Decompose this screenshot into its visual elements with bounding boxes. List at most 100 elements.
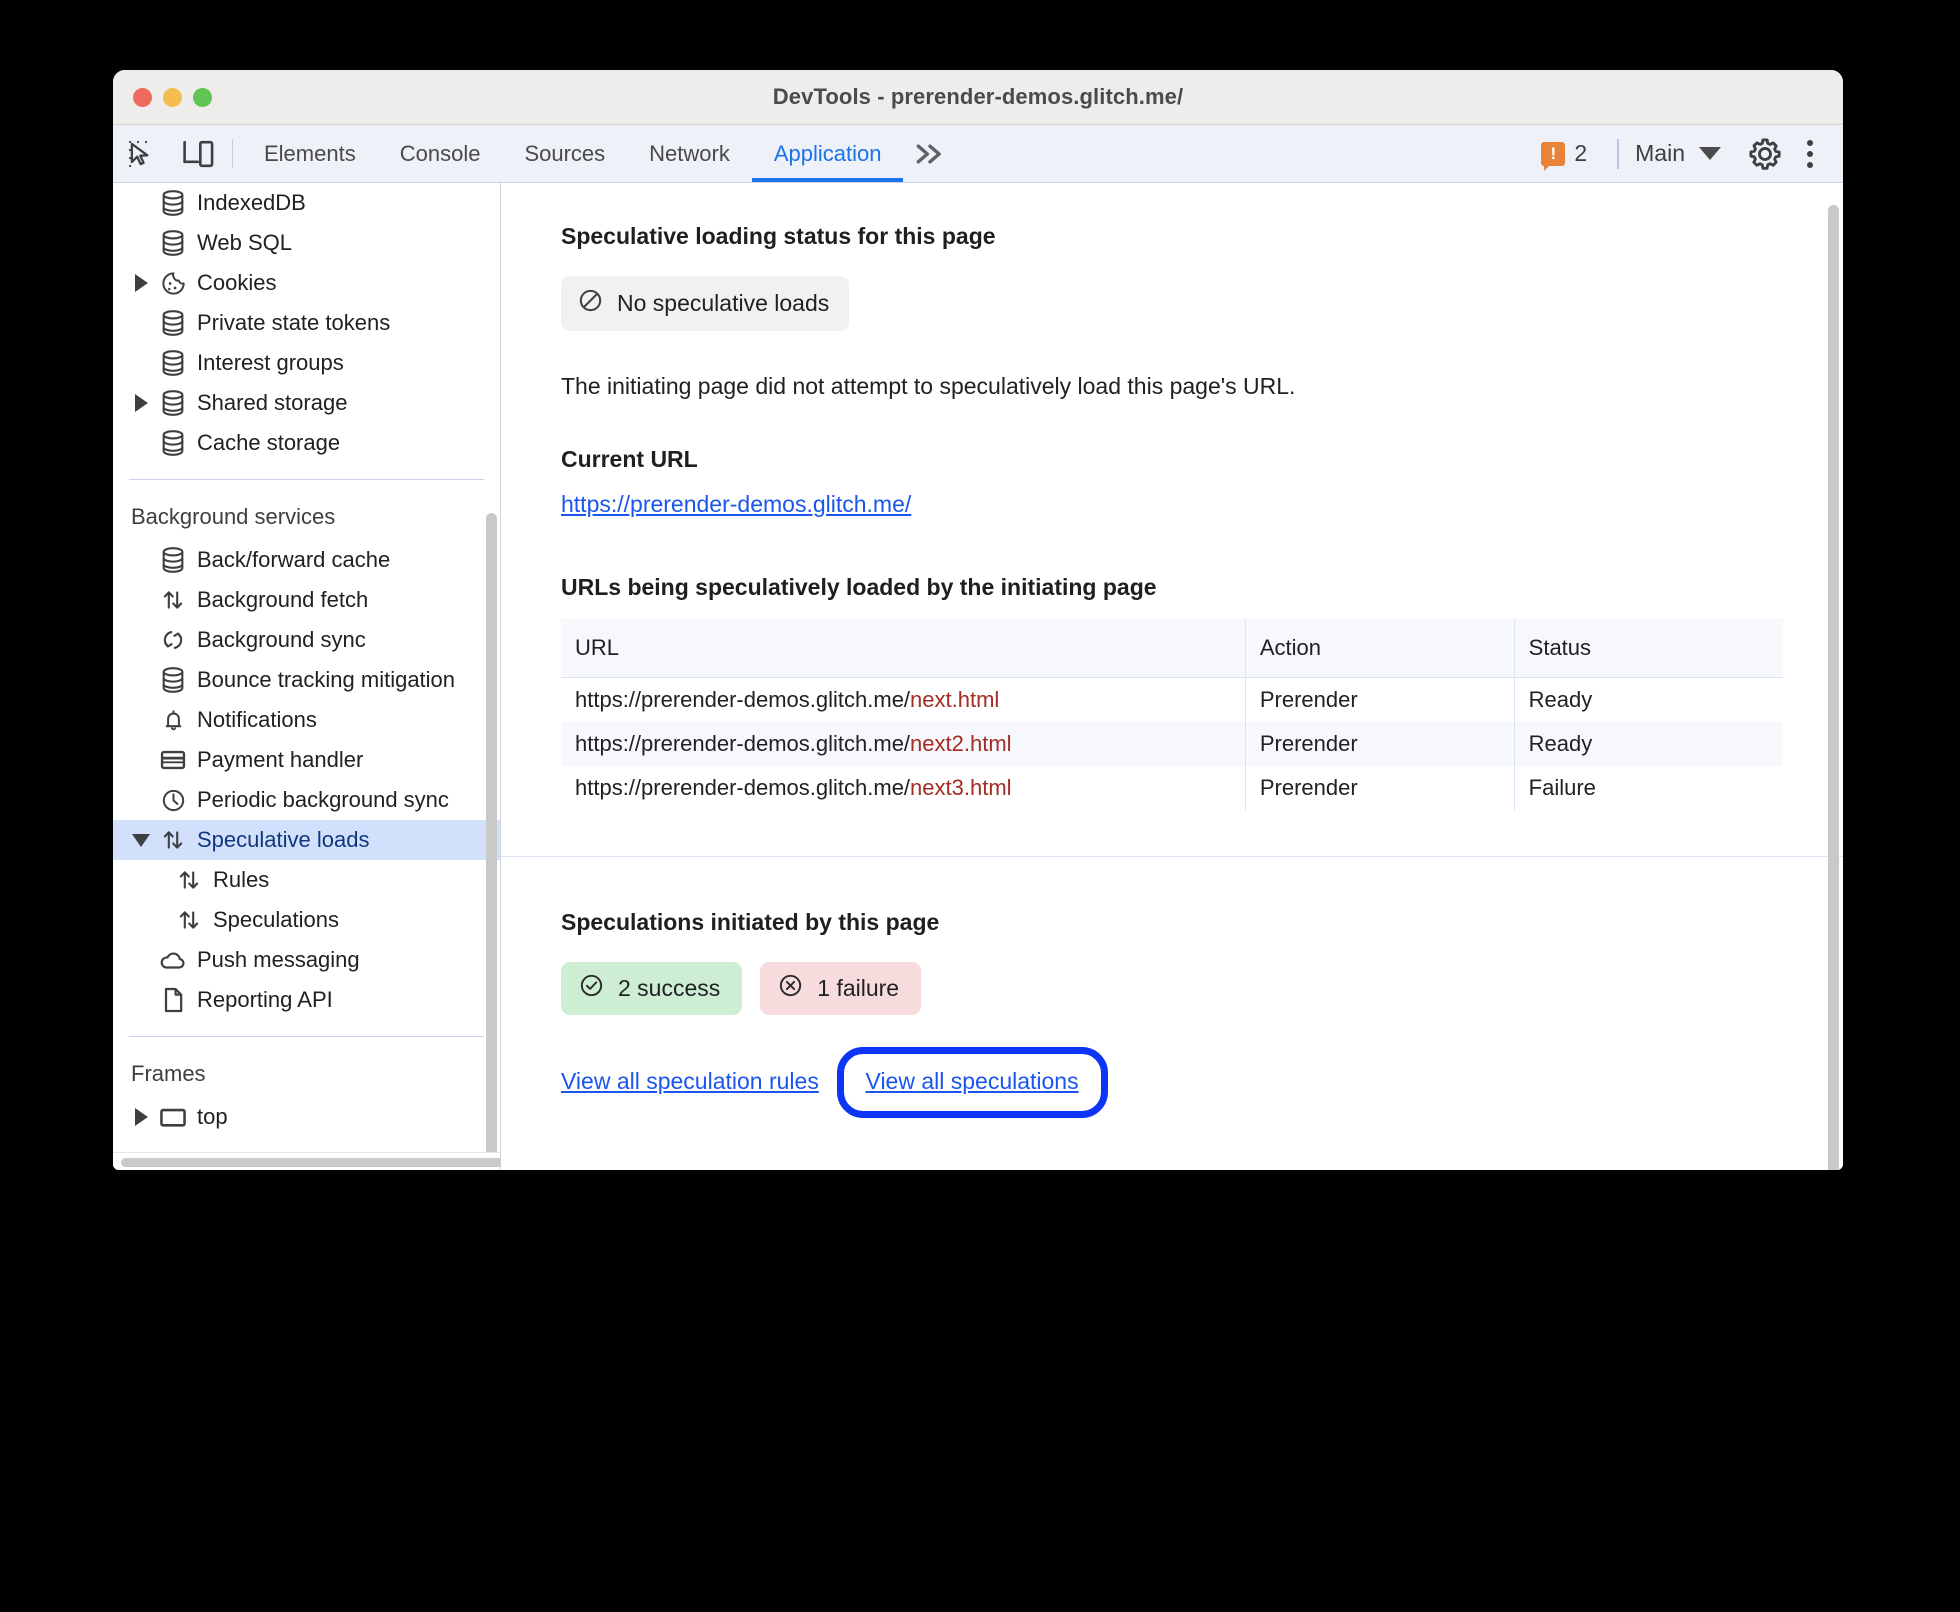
panel-content: Speculative loading status for this page… [501,183,1843,1170]
x-circle-icon [777,972,804,1005]
sidebar-item-shared-storage[interactable]: Shared storage [113,383,500,423]
database-icon [155,349,191,377]
arrows-up-down-icon [155,826,191,854]
cell-url: https://prerender-demos.glitch.me/next.h… [561,677,1246,722]
toolbar-divider [232,139,233,168]
sidebar-item-back-forward-cache[interactable]: Back/forward cache [113,540,500,580]
tab-elements[interactable]: Elements [242,125,378,182]
background-services-title: Background services [131,504,336,529]
cloud-icon [155,948,191,972]
current-url-link[interactable]: https://prerender-demos.glitch.me/ [561,491,911,517]
arrows-up-down-icon [171,866,207,894]
sidebar-item-indexeddb[interactable]: IndexedDB [113,183,500,223]
sidebar-item-periodic-background-sync[interactable]: Periodic background sync [113,780,500,820]
background-services-section: Back/forward cache Background fetch Back… [113,540,500,1020]
context-selector-label[interactable]: Main [1635,140,1685,167]
toolbar-divider [1617,138,1620,169]
database-icon [155,189,191,217]
kebab-menu-icon[interactable] [1799,139,1825,168]
status-description: The initiating page did not attempt to s… [561,373,1296,399]
sidebar-item-label: Private state tokens [197,310,391,335]
sidebar-item-cache-storage[interactable]: Cache storage [113,423,500,463]
cookie-icon [155,270,191,297]
gear-icon[interactable] [1721,136,1799,172]
window-titlebar: DevTools - prerender-demos.glitch.me/ [113,70,1843,125]
panel-vertical-scrollbar[interactable] [1828,205,1839,1170]
error-count-badge[interactable]: ! 2 [1527,140,1601,171]
twisty-expand-icon[interactable] [131,1108,151,1126]
sidebar-item-label: Speculations [213,907,339,932]
application-sidebar: IndexedDB Web SQL Cookies Private state … [113,183,501,1170]
url-base: https://prerender-demos.glitch.me/ [575,687,911,712]
tab-application[interactable]: Application [751,125,904,182]
sidebar-item-interest-groups[interactable]: Interest groups [113,343,500,383]
sidebar-item-web-sql[interactable]: Web SQL [113,223,500,263]
sidebar-item-rules[interactable]: Rules [113,860,500,900]
cell-action: Prerender [1245,722,1515,766]
sidebar-item-label: Reporting API [197,987,333,1012]
twisty-collapse-icon[interactable] [131,833,151,847]
error-count-label: 2 [1574,140,1588,166]
double-chevron-right-icon[interactable] [903,125,965,182]
sidebar-item-bounce-tracking-mitigation[interactable]: Bounce tracking mitigation [113,660,500,700]
sidebar-item-notifications[interactable]: Notifications [113,700,500,740]
tab-sources[interactable]: Sources [502,125,627,182]
sidebar-item-private-state-tokens[interactable]: Private state tokens [113,303,500,343]
tab-console[interactable]: Console [378,125,503,182]
sidebar-item-label: Speculative loads [197,827,370,852]
status-heading: Speculative loading status for this page [561,223,996,249]
speculation-links-row: View all speculation rules · View all sp… [561,1047,1783,1118]
inspect-element-icon[interactable] [113,125,170,182]
view-all-speculations-highlight: View all speculations [836,1047,1108,1118]
speculation-result-badges: 2 success 1 failure [561,962,1783,1015]
sidebar-item-label: IndexedDB [197,190,306,215]
failure-badge-label: 1 failure [817,975,900,1001]
status-badge-label: No speculative loads [617,290,830,316]
sidebar-item-label: Background sync [197,627,366,652]
sidebar-item-background-fetch[interactable]: Background fetch [113,580,500,620]
tab-network[interactable]: Network [627,125,752,182]
table-row[interactable]: https://prerender-demos.glitch.me/next2.… [561,722,1783,766]
sidebar-item-speculations[interactable]: Speculations [113,900,500,940]
view-all-speculation-rules-link[interactable]: View all speculation rules [561,1068,819,1095]
database-icon [155,429,191,457]
cell-status: Ready [1528,687,1593,712]
sidebar-item-label: Payment handler [197,747,364,772]
twisty-expand-icon[interactable] [131,274,151,292]
column-header-action[interactable]: Action [1245,619,1515,678]
screenshot-root: DevTools - prerender-demos.glitch.me/ El… [0,0,1960,1612]
sidebar-item-label: Bounce tracking mitigation [197,667,456,692]
arrows-up-down-icon [155,586,191,614]
sidebar-item-payment-handler[interactable]: Payment handler [113,740,500,780]
sidebar-item-label: top [197,1104,228,1129]
sidebar-item-label: Back/forward cache [197,547,391,572]
column-header-status[interactable]: Status [1514,619,1783,678]
sidebar-item-speculative-loads[interactable]: Speculative loads [113,820,500,860]
sidebar-horizontal-scrollbar[interactable] [113,1152,500,1170]
sidebar-vertical-scrollbar[interactable] [486,513,497,1152]
window-title: DevTools - prerender-demos.glitch.me/ [772,84,1184,109]
tab-label: Elements [264,140,356,166]
view-all-speculations-link[interactable]: View all speculations [866,1068,1079,1095]
sidebar-item-label: Push messaging [197,947,360,972]
sidebar-item-top-frame[interactable]: top [113,1097,500,1137]
table-row[interactable]: https://prerender-demos.glitch.me/next3.… [561,766,1783,810]
database-icon [155,309,191,337]
sidebar-item-label: Periodic background sync [197,787,449,812]
chevron-down-icon[interactable] [1699,147,1721,160]
urls-table-heading: URLs being speculatively loaded by the i… [561,574,1157,600]
twisty-expand-icon[interactable] [131,394,151,412]
sidebar-item-reporting-api[interactable]: Reporting API [113,980,500,1020]
document-icon [155,986,191,1014]
sidebar-item-background-sync[interactable]: Background sync [113,620,500,660]
tab-label: Console [399,140,481,166]
sidebar-item-cookies[interactable]: Cookies [113,263,500,303]
column-header-url[interactable]: URL [561,619,1246,678]
url-base: https://prerender-demos.glitch.me/ [575,731,911,756]
table-row[interactable]: https://prerender-demos.glitch.me/next.h… [561,677,1783,722]
sidebar-item-push-messaging[interactable]: Push messaging [113,940,500,980]
success-badge: 2 success [561,962,743,1015]
sidebar-item-label: Notifications [197,707,317,732]
sidebar-item-label: Interest groups [197,350,344,375]
device-toolbar-icon[interactable] [170,125,227,182]
